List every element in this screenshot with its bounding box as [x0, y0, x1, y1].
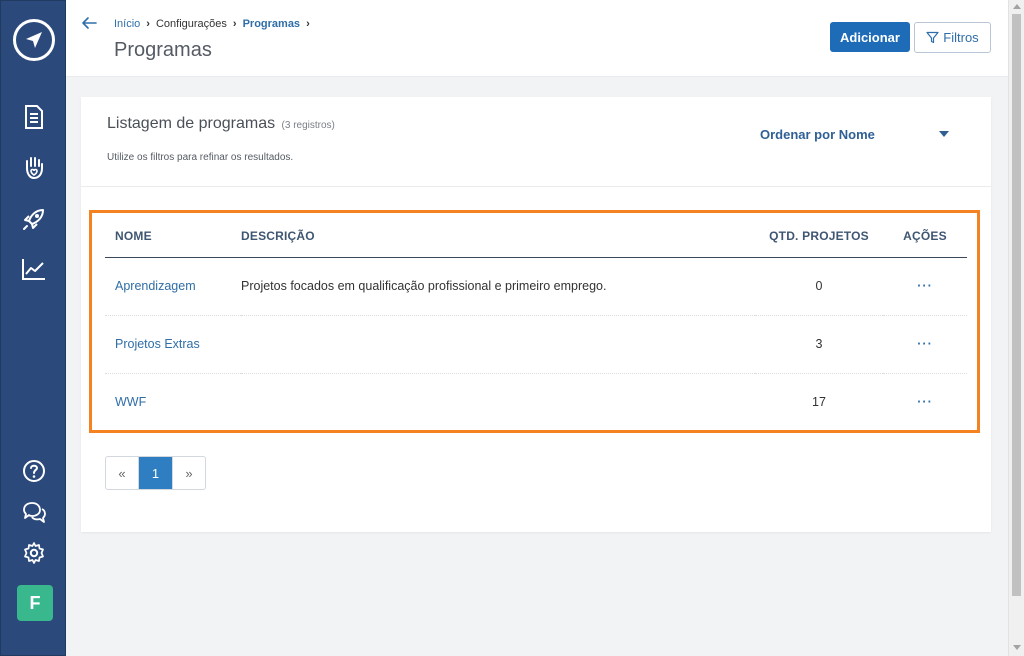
document-icon — [25, 105, 43, 129]
program-name-link[interactable]: Projetos Extras — [105, 315, 241, 374]
filter-icon — [926, 31, 939, 44]
sidebar: F — [0, 0, 66, 656]
chat-icon — [23, 502, 46, 523]
breadcrumb-programas[interactable]: Programas — [243, 18, 300, 30]
program-name-link[interactable]: Aprendizagem — [105, 257, 241, 316]
sort-dropdown[interactable]: Ordenar por Nome — [760, 127, 875, 142]
sidebar-chat[interactable] — [20, 498, 48, 526]
program-project-count: 3 — [755, 315, 883, 374]
program-project-count: 17 — [812, 395, 826, 410]
caret-down-icon[interactable] — [939, 131, 949, 137]
arrow-left-icon — [82, 17, 97, 29]
table-row: Projetos Extras 3 ··· — [105, 315, 967, 374]
table-row: Aprendizagem Projetos focados em qualifi… — [105, 257, 967, 316]
page-header: Início › Configurações › Programas › Pro… — [66, 0, 1008, 77]
vertical-scrollbar[interactable] — [1008, 0, 1024, 656]
pagination-page[interactable]: 1 — [139, 457, 172, 489]
chevron-right-icon: › — [306, 18, 310, 30]
column-header-nome[interactable]: NOME — [105, 215, 241, 258]
program-description — [241, 315, 755, 374]
row-actions-menu[interactable]: ··· — [917, 337, 933, 351]
record-count: (3 registros) — [281, 120, 335, 131]
programs-card: Listagem de programas (3 registros) Util… — [81, 97, 991, 532]
list-title: Listagem de programas (3 registros) — [107, 115, 335, 133]
breadcrumb-configuracoes[interactable]: Configurações — [156, 18, 227, 30]
hand-heart-icon — [26, 157, 43, 180]
column-header-qtd-projetos[interactable]: QTD. PROJETOS — [755, 215, 883, 258]
programs-table: NOME DESCRIÇÃO QTD. PROJETOS AÇÕES Apren… — [105, 215, 967, 431]
filter-button-label: Filtros — [943, 30, 979, 45]
chart-line-icon — [22, 259, 45, 280]
sidebar-item-reports[interactable] — [20, 255, 48, 283]
table-row: WWF 17 ··· — [105, 373, 967, 431]
sidebar-item-documents[interactable] — [20, 103, 48, 131]
navigation-arrow-icon — [26, 32, 42, 48]
breadcrumb-inicio[interactable]: Início — [114, 18, 140, 30]
card-header: Listagem de programas (3 registros) Util… — [81, 97, 991, 187]
program-description — [241, 373, 755, 431]
column-header-acoes: AÇÕES — [883, 215, 967, 258]
gear-icon — [24, 542, 44, 564]
program-description: Projetos focados em qualificação profiss… — [241, 257, 755, 316]
sidebar-settings[interactable] — [20, 539, 48, 567]
pagination-prev[interactable]: « — [106, 457, 139, 489]
program-name-link[interactable]: WWF — [105, 373, 241, 431]
filter-button[interactable]: Filtros — [914, 22, 991, 53]
list-title-text: Listagem de programas — [107, 115, 276, 132]
scroll-up-arrow-icon[interactable] — [1013, 4, 1021, 9]
list-hint: Utilize os filtros para refinar os resul… — [107, 152, 294, 163]
app-logo[interactable] — [13, 19, 55, 61]
back-button[interactable] — [80, 14, 98, 32]
scroll-down-arrow-icon[interactable] — [1013, 645, 1021, 650]
user-avatar[interactable]: F — [17, 585, 53, 621]
sidebar-help[interactable] — [20, 457, 48, 485]
breadcrumb: Início › Configurações › Programas › — [114, 18, 310, 30]
pagination-next[interactable]: » — [172, 457, 205, 489]
chevron-right-icon: › — [232, 18, 237, 30]
sidebar-item-projects[interactable] — [20, 205, 48, 233]
rocket-icon — [23, 209, 44, 230]
table-header-row: NOME DESCRIÇÃO QTD. PROJETOS AÇÕES — [105, 215, 967, 258]
pagination: « 1 » — [105, 456, 206, 490]
help-icon — [23, 460, 45, 482]
row-actions-menu[interactable]: ··· — [917, 395, 933, 409]
add-button[interactable]: Adicionar — [830, 22, 910, 52]
page-title: Programas — [114, 39, 212, 61]
scroll-thumb[interactable] — [1012, 14, 1021, 596]
sidebar-item-social[interactable] — [20, 153, 48, 181]
column-header-descricao[interactable]: DESCRIÇÃO — [241, 215, 755, 258]
row-actions-menu[interactable]: ··· — [917, 279, 933, 293]
program-project-count: 0 — [755, 257, 883, 316]
chevron-right-icon: › — [146, 18, 150, 30]
